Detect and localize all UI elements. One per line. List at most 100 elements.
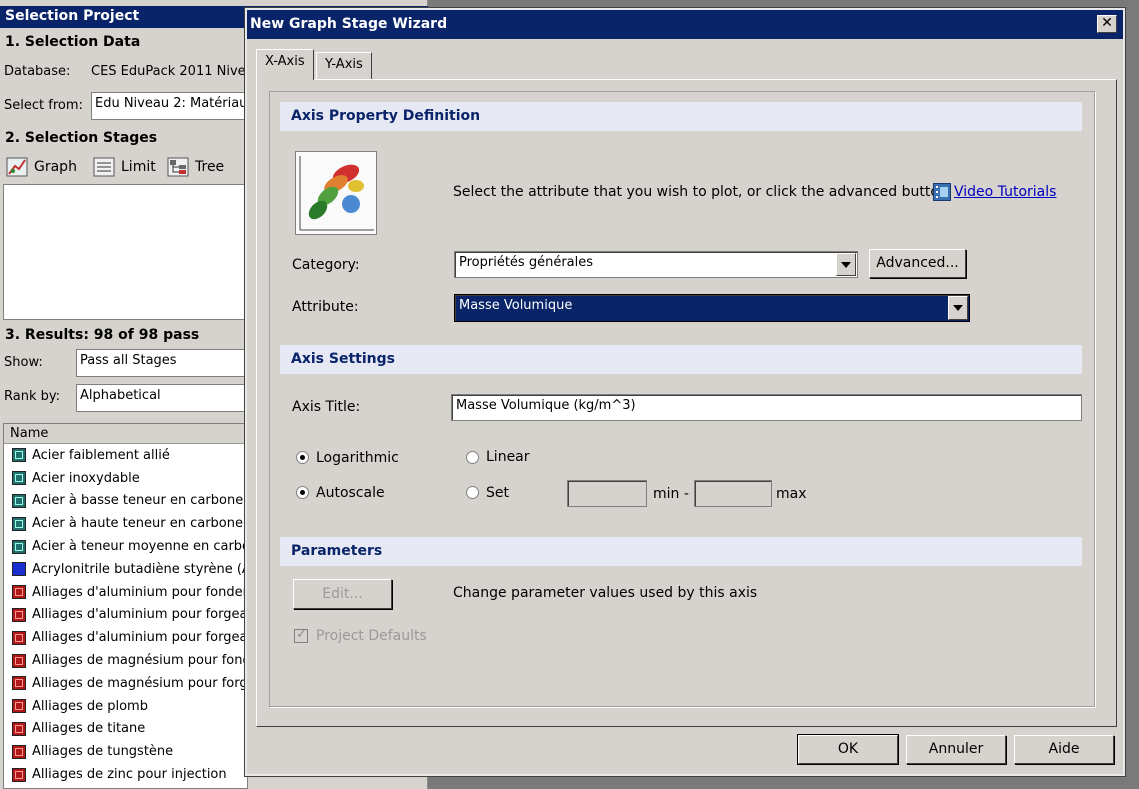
advanced-button[interactable]: Advanced... bbox=[869, 249, 966, 278]
material-icon bbox=[12, 562, 26, 577]
limit-icon bbox=[93, 157, 115, 177]
graph-stage-label: Graph bbox=[34, 159, 77, 175]
category-value: Propriétés générales bbox=[459, 255, 594, 270]
list-item[interactable]: Acier inoxydable bbox=[4, 467, 247, 490]
list-item[interactable]: Alliages d'aluminium pour forgeag bbox=[4, 604, 247, 627]
material-icon bbox=[12, 516, 26, 531]
list-item[interactable]: Alliages de plomb bbox=[4, 695, 247, 718]
list-item[interactable]: Alliages de zinc pour injection bbox=[4, 763, 247, 786]
category-dropdown[interactable]: Propriétés générales bbox=[454, 251, 858, 278]
list-item-label: Alliages de magnésium pour fond bbox=[32, 653, 248, 669]
select-from-label: Select from: bbox=[4, 98, 83, 113]
max-input[interactable] bbox=[694, 480, 772, 507]
list-item[interactable]: Acier à teneur moyenne en carbo bbox=[4, 535, 247, 558]
material-icon bbox=[12, 471, 26, 486]
material-icon bbox=[12, 607, 26, 622]
tab-x-axis[interactable]: X-Axis bbox=[256, 49, 314, 80]
list-item[interactable]: Acier à basse teneur en carbone bbox=[4, 490, 247, 513]
project-defaults-checkbox[interactable] bbox=[294, 627, 308, 643]
material-icon bbox=[12, 539, 26, 554]
list-item[interactable]: Alliages de titane bbox=[4, 718, 247, 741]
rank-by-label: Rank by: bbox=[4, 389, 60, 404]
set-radio[interactable] bbox=[466, 486, 479, 499]
autoscale-label: Autoscale bbox=[316, 485, 385, 501]
axis-settings-heading: Axis Settings bbox=[280, 345, 1082, 374]
list-item[interactable]: Acier à haute teneur en carbone bbox=[4, 512, 247, 535]
chevron-down-icon[interactable] bbox=[836, 253, 856, 276]
graph-stage-button[interactable]: Graph bbox=[6, 155, 77, 179]
list-item-label: Alliages de zinc pour injection bbox=[32, 767, 227, 783]
list-item[interactable]: Alliages de tungstène bbox=[4, 740, 247, 763]
logarithmic-radio[interactable] bbox=[296, 451, 309, 464]
project-defaults-label: Project Defaults bbox=[316, 628, 427, 644]
list-item[interactable]: Alliages d'aluminium pour forgeag bbox=[4, 626, 247, 649]
linear-radio[interactable] bbox=[466, 451, 479, 464]
selection-stages-heading: 2. Selection Stages bbox=[5, 130, 158, 146]
list-item-label: Acier à basse teneur en carbone bbox=[32, 493, 244, 509]
selection-data-heading: 1. Selection Data bbox=[5, 34, 141, 50]
list-item[interactable]: Alliages de magnésium pour fond bbox=[4, 649, 247, 672]
results-heading: 3. Results: 98 of 98 pass bbox=[5, 327, 200, 343]
set-label: Set bbox=[486, 485, 509, 501]
list-item-label: Acier inoxydable bbox=[32, 470, 140, 486]
help-button[interactable]: Aide bbox=[1014, 735, 1114, 764]
ok-button[interactable]: OK bbox=[797, 734, 899, 765]
limit-stage-button[interactable]: Limit bbox=[93, 155, 156, 179]
graph-icon bbox=[6, 157, 28, 177]
video-tutorials-link[interactable]: Video Tutorials bbox=[954, 184, 1056, 200]
linear-label: Linear bbox=[486, 449, 530, 465]
list-item-label: Alliages de titane bbox=[32, 721, 146, 737]
attribute-value: Masse Volumique bbox=[459, 298, 573, 313]
material-icon bbox=[12, 676, 26, 691]
tree-stage-button[interactable]: Tree bbox=[167, 155, 224, 179]
list-item-label: Alliages d'aluminium pour forgeag bbox=[32, 607, 248, 623]
attribute-dropdown[interactable]: Masse Volumique bbox=[454, 294, 970, 322]
results-rows: Acier faiblement allié Acier inoxydable Ac… bbox=[4, 444, 247, 786]
list-item-label: Alliages de magnésium pour forge bbox=[32, 675, 248, 691]
min-input[interactable] bbox=[567, 480, 647, 507]
list-item-label: Acier faiblement allié bbox=[32, 447, 170, 463]
select-from-field[interactable]: Edu Niveau 2: Matériau bbox=[91, 92, 248, 120]
tree-stage-label: Tree bbox=[195, 159, 225, 175]
tab-y-axis[interactable]: Y-Axis bbox=[316, 52, 372, 79]
database-label: Database: bbox=[4, 64, 71, 79]
material-icon bbox=[12, 699, 26, 714]
list-item[interactable]: Acrylonitrile butadiène styrène (A bbox=[4, 558, 247, 581]
database-value: CES EduPack 2011 Nive bbox=[91, 64, 246, 79]
tree-icon bbox=[167, 157, 189, 177]
material-icon bbox=[12, 630, 26, 645]
material-icon bbox=[12, 744, 26, 759]
rank-by-dropdown[interactable]: Alphabetical bbox=[76, 384, 248, 412]
close-button[interactable]: ✕ bbox=[1097, 15, 1117, 33]
axis-title-input[interactable]: Masse Volumique (kg/m^3) bbox=[451, 394, 1082, 421]
autoscale-radio[interactable] bbox=[296, 486, 309, 499]
property-chart-thumbnail bbox=[295, 151, 377, 235]
logarithmic-label: Logarithmic bbox=[316, 450, 399, 466]
list-item-label: Alliages de plomb bbox=[32, 698, 148, 714]
instruction-text: Select the attribute that you wish to pl… bbox=[453, 184, 948, 200]
results-list[interactable]: Name Acier faiblement allié Acier inoxyda… bbox=[3, 423, 248, 789]
list-item[interactable]: Alliages d'aluminium pour fonderie bbox=[4, 581, 247, 604]
name-column-header[interactable]: Name bbox=[4, 424, 247, 444]
list-item-label: Acrylonitrile butadiène styrène (A bbox=[32, 561, 248, 577]
attribute-label: Attribute: bbox=[292, 299, 359, 315]
list-item-label: Alliages d'aluminium pour forgeag bbox=[32, 630, 248, 646]
selection-stages-list[interactable] bbox=[3, 184, 248, 320]
edit-button[interactable]: Edit... bbox=[293, 579, 392, 609]
cancel-button[interactable]: Annuler bbox=[906, 735, 1006, 764]
list-item-label: Alliages d'aluminium pour fonderie bbox=[32, 584, 248, 600]
list-item[interactable]: Alliages de magnésium pour forge bbox=[4, 672, 247, 695]
min-label: min - bbox=[653, 486, 689, 502]
parameters-description: Change parameter values used by this axi… bbox=[453, 585, 758, 601]
axis-property-definition-heading: Axis Property Definition bbox=[280, 102, 1082, 131]
video-icon[interactable] bbox=[933, 183, 951, 201]
chevron-down-icon[interactable] bbox=[948, 296, 968, 320]
list-item-label: Acier à teneur moyenne en carbo bbox=[32, 539, 248, 555]
list-item-label: Alliages de tungstène bbox=[32, 744, 174, 760]
show-dropdown[interactable]: Pass all Stages bbox=[76, 349, 248, 377]
list-item[interactable]: Acier faiblement allié bbox=[4, 444, 247, 467]
material-icon bbox=[12, 585, 26, 600]
material-icon bbox=[12, 721, 26, 736]
list-item-label: Acier à haute teneur en carbone bbox=[32, 516, 243, 532]
new-graph-stage-wizard-dialog: New Graph Stage Wizard ✕ X-Axis Y-Axis A… bbox=[244, 7, 1126, 777]
